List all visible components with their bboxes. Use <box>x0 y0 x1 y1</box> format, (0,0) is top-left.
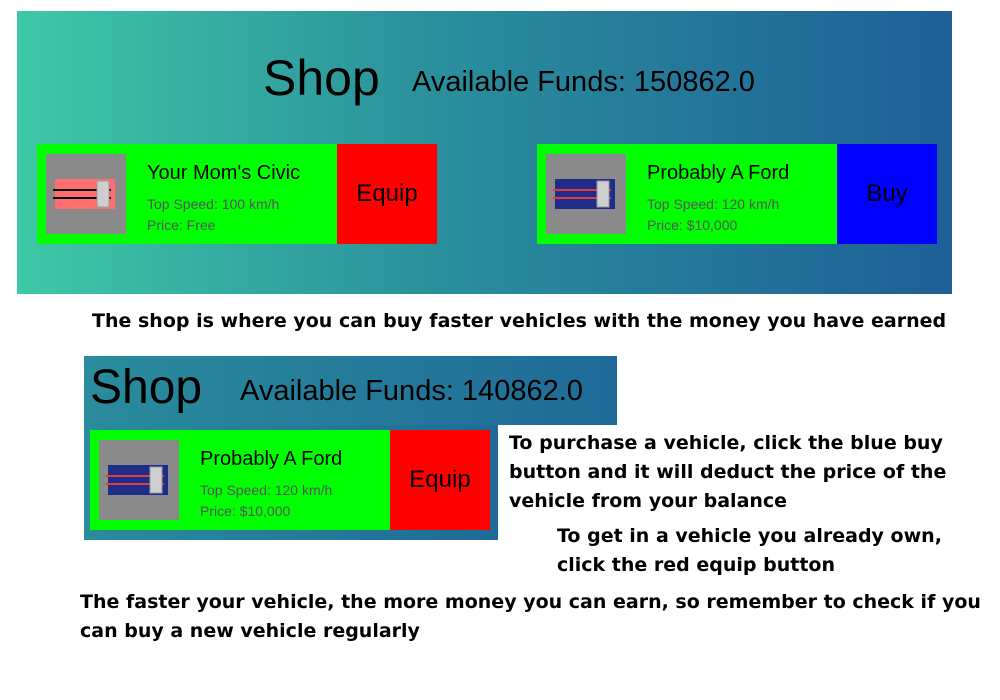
faster-note-line: The faster your vehicle, the more money … <box>80 591 981 613</box>
faster-note: The faster your vehicle, the more money … <box>80 588 981 646</box>
vehicle-price: Price: $10,000 <box>200 503 291 519</box>
shop-panel-small-header: Shop Available Funds: 140862.0 <box>84 356 617 425</box>
car-icon <box>106 465 168 495</box>
vehicle-thumbnail <box>46 154 126 234</box>
equip-note-line: click the red equip button <box>557 554 835 576</box>
purchase-note-line: vehicle from your balance <box>509 490 788 512</box>
vehicle-price: Price: $10,000 <box>647 217 738 233</box>
vehicle-name: Probably A Ford <box>647 162 790 184</box>
equip-note: To get in a vehicle you already own, cli… <box>557 522 942 580</box>
purchase-note: To purchase a vehicle, click the blue bu… <box>509 429 946 516</box>
equip-note-line: To get in a vehicle you already own, <box>557 525 942 547</box>
buy-button[interactable]: Buy <box>837 144 937 244</box>
available-funds: Available Funds: 150862.0 <box>412 66 755 98</box>
vehicle-price: Price: Free <box>147 217 216 233</box>
purchase-note-line: To purchase a vehicle, click the blue bu… <box>509 432 943 454</box>
car-icon <box>553 179 615 209</box>
vehicle-card-civic: Your Mom's Civic Top Speed: 100 km/h Pri… <box>37 144 437 244</box>
vehicle-card-ford: Probably A Ford Top Speed: 120 km/h Pric… <box>90 430 490 530</box>
vehicle-top-speed: Top Speed: 120 km/h <box>200 482 333 498</box>
tutorial-page: Shop Available Funds: 150862.0 Your Mom'… <box>0 0 1000 700</box>
car-icon <box>53 179 115 209</box>
shop-panel-small-body: Probably A Ford Top Speed: 120 km/h Pric… <box>84 425 498 540</box>
vehicle-name: Your Mom's Civic <box>147 162 301 184</box>
vehicle-card-ford: Probably A Ford Top Speed: 120 km/h Pric… <box>537 144 937 244</box>
shop-caption: The shop is where you can buy faster veh… <box>92 310 947 332</box>
faster-note-line: can buy a new vehicle regularly <box>80 620 420 642</box>
vehicle-name: Probably A Ford <box>200 448 343 470</box>
vehicle-top-speed: Top Speed: 120 km/h <box>647 196 780 212</box>
shop-panel: Shop Available Funds: 150862.0 Your Mom'… <box>17 11 952 294</box>
purchase-note-line: button and it will deduct the price of t… <box>509 461 947 483</box>
equip-button[interactable]: Equip <box>390 430 490 530</box>
vehicle-top-speed: Top Speed: 100 km/h <box>147 196 280 212</box>
vehicle-thumbnail <box>99 440 179 520</box>
shop-title: Shop <box>90 361 203 414</box>
shop-title: Shop <box>263 50 380 106</box>
vehicle-thumbnail <box>546 154 626 234</box>
equip-button[interactable]: Equip <box>337 144 437 244</box>
available-funds: Available Funds: 140862.0 <box>240 375 583 407</box>
